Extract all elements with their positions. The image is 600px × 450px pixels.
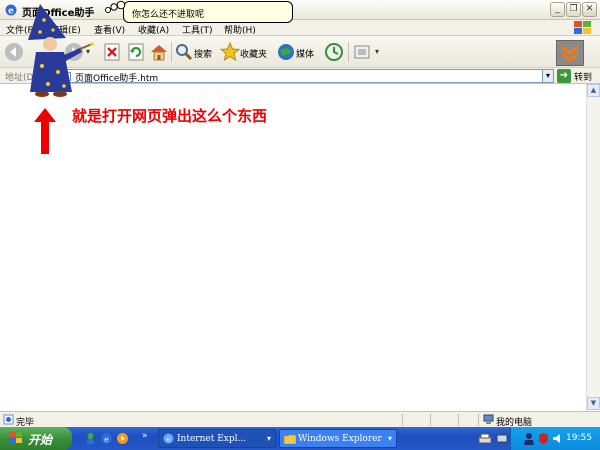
status-separator bbox=[402, 414, 403, 426]
search-label[interactable]: 搜索 bbox=[194, 47, 212, 60]
svg-text:e: e bbox=[8, 7, 14, 17]
media-label[interactable]: 媒体 bbox=[296, 47, 314, 60]
tray-user-icon[interactable] bbox=[523, 432, 535, 445]
ie-window-icon: e bbox=[5, 4, 17, 17]
my-computer-icon bbox=[483, 414, 494, 424]
history-icon[interactable] bbox=[324, 42, 344, 62]
favorites-star-icon[interactable] bbox=[220, 42, 240, 62]
task-windows-explorer[interactable]: Windows Explorer ▾ bbox=[279, 429, 397, 448]
status-bar: 完毕 我的电脑 bbox=[0, 411, 600, 428]
quicklaunch-expand-icon[interactable]: » bbox=[142, 431, 148, 441]
media-icon[interactable] bbox=[276, 42, 296, 62]
menu-favorites[interactable]: 收藏(A) bbox=[138, 23, 169, 36]
search-icon[interactable] bbox=[174, 42, 194, 62]
tray-shield-icon[interactable] bbox=[538, 432, 549, 445]
status-separator bbox=[478, 414, 479, 426]
task-label: Internet Expl... bbox=[177, 434, 247, 444]
annotation-text: 就是打开网页弹出这么个东西 bbox=[72, 107, 268, 125]
favorites-label[interactable]: 收藏夹 bbox=[240, 47, 267, 60]
start-button[interactable]: 开始 bbox=[0, 427, 72, 450]
menu-tools[interactable]: 工具(T) bbox=[182, 23, 213, 36]
mail-dropdown-icon[interactable]: ▾ bbox=[375, 47, 379, 56]
toolbar-separator bbox=[348, 42, 349, 62]
address-input[interactable]: 页面Office助手.htm bbox=[58, 69, 552, 84]
mail-icon[interactable] bbox=[352, 42, 372, 62]
chevron-down-icon: ▾ bbox=[387, 434, 392, 443]
folder-icon bbox=[284, 434, 296, 444]
red-up-arrow-icon bbox=[34, 108, 56, 154]
assistant-balloon[interactable]: 你怎么还不进取呢 bbox=[123, 1, 293, 23]
tray-network-icon[interactable] bbox=[496, 433, 508, 445]
scroll-down-button[interactable]: ▼ bbox=[587, 397, 600, 410]
taskbar: 开始 e » e Internet Expl... ▾ Windows Expl… bbox=[0, 427, 600, 450]
clock: 19:55 bbox=[566, 433, 592, 443]
chevron-down-icon bbox=[562, 45, 578, 62]
go-arrow-icon[interactable]: ➜ bbox=[557, 69, 571, 83]
close-button[interactable]: ✕ bbox=[582, 2, 597, 17]
windows-logo-icon bbox=[9, 432, 22, 443]
quicklaunch-messenger-icon[interactable] bbox=[84, 432, 97, 445]
chevron-down-icon: ▾ bbox=[266, 434, 271, 443]
scroll-up-button[interactable]: ▲ bbox=[587, 84, 600, 97]
svg-text:e: e bbox=[166, 436, 170, 444]
task-label: Windows Explorer bbox=[298, 434, 382, 444]
vertical-scrollbar[interactable]: ▲ ▼ bbox=[586, 84, 600, 411]
minimize-button[interactable]: _ bbox=[550, 2, 565, 17]
quicklaunch-media-icon[interactable] bbox=[116, 432, 129, 445]
toolbar-separator bbox=[171, 42, 172, 62]
maximize-button[interactable]: ❐ bbox=[566, 2, 581, 17]
go-button[interactable]: 转到 bbox=[574, 70, 592, 83]
assistant-balloon-text: 你怎么还不进取呢 bbox=[132, 10, 205, 20]
ie-task-icon: e bbox=[163, 433, 174, 444]
start-label: 开始 bbox=[28, 433, 53, 447]
stop-icon[interactable] bbox=[102, 42, 122, 62]
office-assistant-wizard-icon[interactable] bbox=[18, 0, 94, 100]
page-done-icon bbox=[3, 414, 14, 425]
tray-volume-icon[interactable] bbox=[552, 432, 564, 445]
refresh-icon[interactable] bbox=[126, 42, 146, 62]
balloon-tail-icon bbox=[105, 0, 126, 13]
svg-text:e: e bbox=[104, 435, 109, 444]
task-internet-explorer[interactable]: e Internet Expl... ▾ bbox=[158, 429, 276, 448]
windows-flag-icon bbox=[574, 21, 591, 34]
address-dropdown-button[interactable]: ▾ bbox=[542, 69, 554, 83]
download-button[interactable] bbox=[556, 40, 584, 66]
home-icon[interactable] bbox=[149, 42, 169, 62]
status-separator bbox=[430, 414, 431, 426]
menu-view[interactable]: 查看(V) bbox=[94, 23, 125, 36]
page-content: 就是打开网页弹出这么个东西 bbox=[0, 84, 586, 411]
quicklaunch-ie-icon[interactable]: e bbox=[100, 432, 113, 445]
menu-help[interactable]: 帮助(H) bbox=[224, 23, 256, 36]
status-separator bbox=[458, 414, 459, 426]
tray-printer-icon[interactable] bbox=[478, 433, 492, 445]
